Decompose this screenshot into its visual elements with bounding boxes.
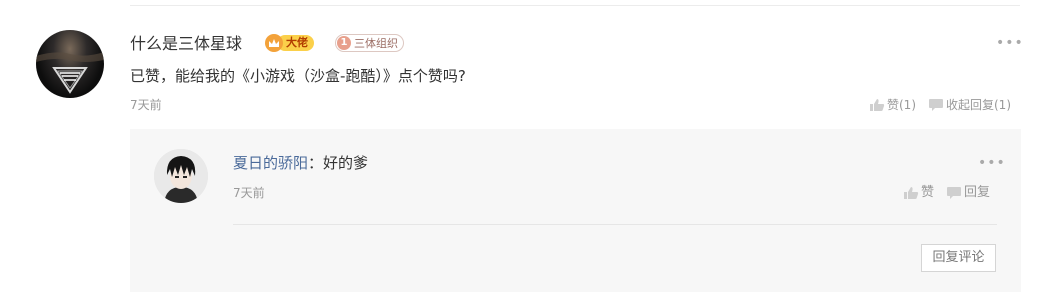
comment-bubble-icon [947, 187, 962, 199]
like-button[interactable]: 赞(1) [869, 97, 916, 113]
thumbs-up-icon [904, 187, 919, 199]
top-divider [130, 5, 1020, 6]
collapse-reply-button[interactable]: 收起回复(1) [928, 97, 1011, 113]
org-badge-label: 三体组织 [354, 37, 398, 50]
reply-avatar[interactable] [154, 149, 208, 203]
comment-timestamp: 7天前 [130, 98, 162, 112]
reply-username[interactable]: 夏日的骄阳 [233, 154, 308, 172]
comment-actions: 赞(1) 收起回复(1) [869, 97, 1011, 113]
avatar[interactable] [36, 30, 104, 98]
org-badge-number: 1 [337, 36, 351, 50]
like-label: 赞(1) [887, 98, 916, 112]
collapse-reply-label: 收起回复(1) [946, 98, 1011, 112]
three-body-logo-icon [36, 52, 104, 94]
reply-colon: ： [308, 154, 324, 172]
reply-content: 夏日的骄阳：好的爹 [233, 153, 368, 173]
org-badge: 1 三体组织 [335, 34, 404, 52]
comment-username[interactable]: 什么是三体星球 [130, 34, 242, 54]
comment-thread: 什么是三体星球 大佬 1 三体组织 ••• 已赞，能给我的《小游戏（沙盒-跑酷）… [0, 0, 1039, 292]
reply-comment-button[interactable]: 回复评论 [921, 244, 996, 272]
reply-actions: 赞 回复 [903, 185, 990, 201]
comment-text: 已赞，能给我的《小游戏（沙盒-跑酷）》点个赞吗? [130, 67, 466, 85]
vip-badge: 大佬 [265, 34, 314, 52]
comment-bubble-icon [929, 99, 943, 111]
anime-character-avatar-icon [154, 149, 208, 203]
reply-section: 夏日的骄阳：好的爹 ••• 7天前 赞 回复 回复评论 [130, 129, 1021, 292]
reply-reply-button[interactable]: 回复 [946, 185, 990, 201]
reply-text: 好的爹 [323, 154, 369, 172]
more-options-icon[interactable]: ••• [996, 36, 1024, 50]
reply-divider [233, 224, 997, 225]
thumbs-up-icon [870, 99, 885, 111]
reply-timestamp: 7天前 [233, 186, 265, 200]
reply-more-options-icon[interactable]: ••• [978, 156, 1006, 170]
reply-like-button[interactable]: 赞 [903, 185, 934, 201]
reply-reply-label: 回复 [964, 185, 991, 200]
crown-icon [265, 34, 283, 52]
reply-like-label: 赞 [921, 185, 935, 200]
